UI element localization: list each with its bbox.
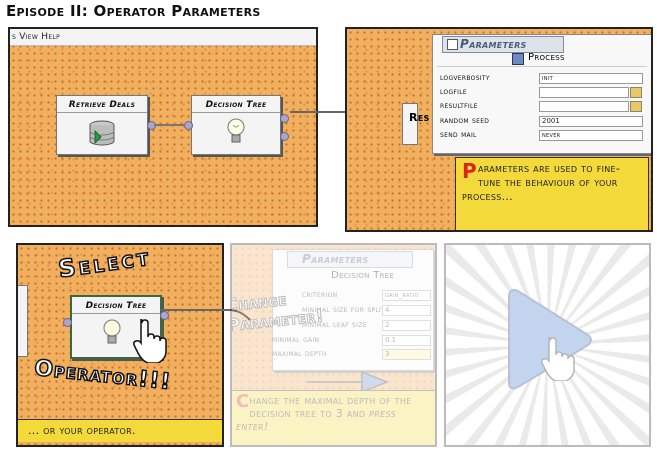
caption-your-operator: ... or your operator. <box>18 419 222 442</box>
clipped-operator <box>18 285 28 357</box>
connection-line <box>153 123 185 126</box>
criterion-select[interactable]: gain_ratio <box>382 290 431 301</box>
drop-cap: P <box>462 159 477 183</box>
random-seed-input[interactable]: 2001 <box>539 116 643 127</box>
operator-label: Decision Tree <box>72 297 160 314</box>
send-mail-select[interactable]: never <box>539 130 643 141</box>
parameters-title-tab: Parameters <box>442 36 564 53</box>
panel-process-view: s View Help Retrieve Deals Decision Tree <box>8 27 318 227</box>
process-icon <box>512 53 524 65</box>
panel-play <box>444 243 651 447</box>
clipped-label: Res <box>409 111 430 124</box>
param-label-random-seed: random seed <box>440 116 490 126</box>
folder-icon[interactable] <box>630 87 642 98</box>
panel-select-operator: Decision Tree Select Operator!!! ... or … <box>16 243 224 447</box>
clipped-operator <box>402 103 418 145</box>
param-label-logverbosity: logverbosity <box>440 73 490 83</box>
param-label-resultfile: resultfile <box>440 101 478 111</box>
resultfile-input[interactable] <box>539 101 629 112</box>
minimal-size-input[interactable]: 4 <box>382 305 431 316</box>
shout-select: Select <box>56 243 154 284</box>
parameters-title-tab: Parameters <box>287 251 413 268</box>
params-header: Process <box>528 52 565 63</box>
param-label-logfile: logfile <box>440 87 467 97</box>
episode-title: Episode II: Operator Parameters <box>6 2 261 20</box>
hand-cursor-icon <box>541 337 575 381</box>
caption-parameters: Parameters are used to fine-tune the beh… <box>455 157 649 230</box>
params-icon <box>447 39 458 50</box>
folder-icon[interactable] <box>630 101 642 112</box>
leaf-size-input[interactable]: 2 <box>382 320 431 331</box>
params-header: Decision Tree <box>331 270 395 281</box>
input-port[interactable] <box>63 318 72 327</box>
caption-change-depth: Change the maximal depth of the decision… <box>232 390 435 445</box>
param-label-minimal-gain: minimal gain <box>272 335 320 345</box>
logfile-input[interactable] <box>539 87 629 98</box>
panel-parameters: Res Process Parameters logverbosity init… <box>345 27 653 232</box>
param-label-maximal-depth: maximal depth <box>272 349 327 359</box>
panel-change-parameter: Decision Tree Parameters criterion gain_… <box>230 243 437 447</box>
drop-cap: C <box>236 391 250 412</box>
logverbosity-select[interactable]: init <box>539 73 643 84</box>
maximal-depth-input[interactable]: 3 <box>382 349 431 360</box>
minimal-gain-input[interactable]: 0.1 <box>382 335 431 346</box>
param-label-send-mail: send mail <box>440 130 477 140</box>
